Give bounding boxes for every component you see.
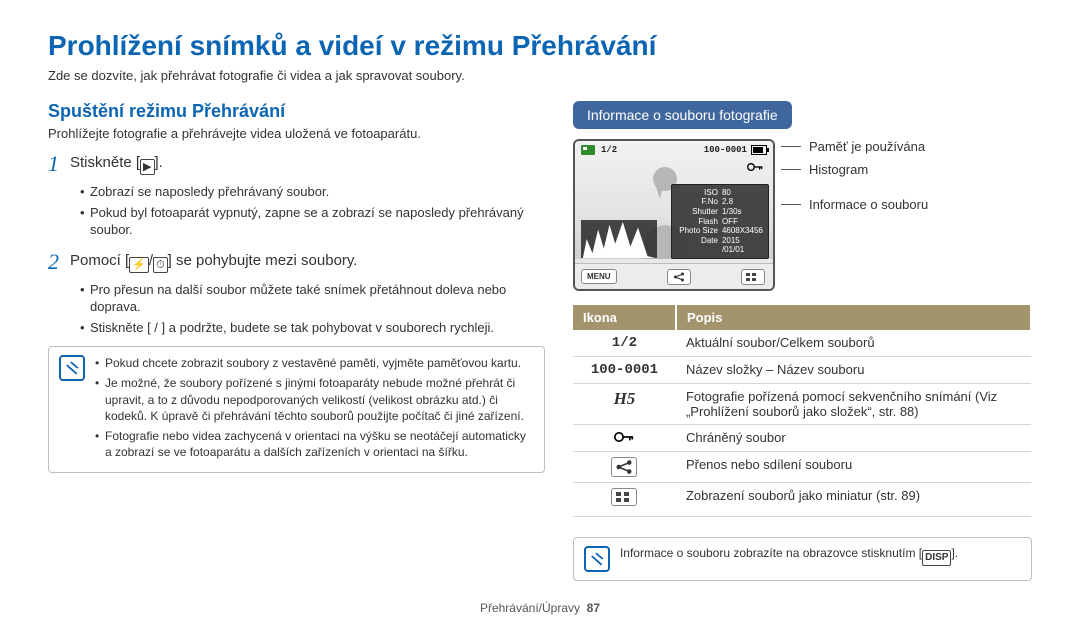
table-row: Zobrazení souborů jako miniatur (str. 89…	[573, 483, 1031, 517]
share-icon	[573, 452, 676, 483]
section-title: Spuštění režimu Přehrávání	[48, 101, 545, 122]
info-v: OFF	[722, 217, 764, 227]
step-2-bullets: Pro přesun na další soubor můžete také s…	[80, 281, 545, 337]
cell-desc: Zobrazení souborů jako miniatur (str. 89…	[676, 483, 1031, 517]
footer-page-number: 87	[587, 601, 600, 615]
thumbnail-grid-button[interactable]	[741, 269, 765, 285]
info-v: 80	[722, 188, 764, 198]
cell-desc: Název složky – Název souboru	[676, 357, 1031, 384]
list-item: Pro přesun na další soubor můžete také s…	[80, 281, 545, 316]
step-1-bullets: Zobrazí se naposledy přehrávaný soubor. …	[80, 183, 545, 239]
step-1-post: ].	[155, 154, 163, 171]
th-icon: Ikona	[573, 305, 676, 330]
page-intro: Zde se dozvíte, jak přehrávat fotografie…	[48, 68, 1032, 83]
memory-icon	[581, 145, 595, 155]
note-pre: Informace o souboru zobrazíte na obrazov…	[620, 546, 922, 560]
menu-button[interactable]: MENU	[581, 269, 617, 284]
step-1-number: 1	[48, 151, 70, 177]
cell-icon: 1/2	[573, 330, 676, 357]
step-1-pre: Stiskněte [	[70, 154, 140, 171]
table-row: 1/2 Aktuální soubor/Celkem souborů	[573, 330, 1031, 357]
th-desc: Popis	[676, 305, 1031, 330]
note-post: ].	[951, 546, 958, 560]
callout-label: Histogram	[809, 162, 868, 177]
histogram-icon	[581, 219, 657, 259]
cell-desc: Chráněný soubor	[676, 425, 1031, 452]
callout: Histogram	[781, 162, 1032, 177]
list-item: Stiskněte [ / ] a podržte, budete se tak…	[80, 319, 545, 337]
callout: Informace o souboru	[781, 197, 1032, 212]
note-box-2: Informace o souboru zobrazíte na obrazov…	[573, 537, 1032, 581]
note-icon	[59, 355, 85, 381]
table-row: Přenos nebo sdílení souboru	[573, 452, 1031, 483]
share-button[interactable]	[667, 269, 691, 285]
step-2-post: ] se pohybujte mezi soubory.	[168, 252, 358, 269]
note-text: Informace o souboru zobrazíte na obrazov…	[620, 546, 958, 572]
playback-icon: ▶	[140, 159, 154, 175]
page-footer: Přehrávání/Úpravy 87	[48, 601, 1032, 615]
table-row: H5 Fotografie pořízená pomocí sekvenčníh…	[573, 384, 1031, 425]
step-1: 1 Stiskněte [▶].	[48, 151, 545, 177]
callout-label: Informace o souboru	[809, 197, 928, 212]
flash-icon: ⚡	[129, 257, 149, 273]
list-item: Pokud byl fotoaparát vypnutý, zapne se a…	[80, 204, 545, 239]
info-v: 2.8	[722, 197, 764, 207]
cell-desc: Fotografie pořízená pomocí sekvenčního s…	[676, 384, 1031, 425]
info-header: Informace o souboru fotografie	[573, 101, 792, 129]
icon-table: Ikona Popis 1/2 Aktuální soubor/Celkem s…	[573, 305, 1032, 517]
table-row: Chráněný soubor	[573, 425, 1031, 452]
list-item: Je možné, že soubory pořízené s jinými f…	[95, 375, 534, 424]
info-k: F.No	[676, 197, 718, 207]
info-v: 2015 /01/01	[722, 236, 764, 255]
section-desc: Prohlížejte fotografie a přehrávejte vid…	[48, 126, 545, 141]
cell-icon: 100-0001	[573, 357, 676, 384]
note-icon	[584, 546, 610, 572]
cell-desc: Aktuální soubor/Celkem souborů	[676, 330, 1031, 357]
info-k: Flash	[676, 217, 718, 227]
counter-label: 1/2	[601, 145, 617, 155]
step-2-number: 2	[48, 249, 70, 275]
cell-desc: Přenos nebo sdílení souboru	[676, 452, 1031, 483]
step-2-pre: Pomocí [	[70, 252, 129, 269]
callout-label: Paměť je používána	[809, 139, 925, 154]
battery-icon	[751, 145, 767, 155]
step-2-text: Pomocí [⚡/⏱] se pohybujte mezi soubory.	[70, 249, 357, 273]
key-icon	[573, 425, 676, 452]
callout: Paměť je používána	[781, 139, 1032, 154]
burst-icon: H5	[573, 384, 676, 425]
info-k: Date	[676, 236, 718, 255]
info-panel: ISO 80 F.No 2.8 Shutter 1/30s Flash OFF Phot…	[671, 184, 769, 259]
page-title: Prohlížení snímků a videí v režimu Přehr…	[48, 30, 1032, 62]
camera-screen: 1/2 100-0001 ISO 80 F.No 2.8 Shutter 1/30s …	[573, 139, 775, 291]
list-item: Fotografie nebo videa zachycená v orient…	[95, 428, 534, 460]
list-item: Pokud chcete zobrazit soubory z vestavěn…	[95, 355, 534, 371]
table-row: 100-0001 Název složky – Název souboru	[573, 357, 1031, 384]
filenum-label: 100-0001	[704, 145, 747, 155]
info-v: 4608X3456	[722, 226, 764, 236]
info-k: ISO	[676, 188, 718, 198]
footer-section: Přehrávání/Úpravy	[480, 601, 580, 615]
grid-icon	[573, 483, 676, 517]
info-k: Photo Size	[676, 226, 718, 236]
step-1-text: Stiskněte [▶].	[70, 151, 163, 175]
note-list: Pokud chcete zobrazit soubory z vestavěn…	[95, 355, 534, 464]
note-box: Pokud chcete zobrazit soubory z vestavěn…	[48, 346, 545, 473]
list-item: Zobrazí se naposledy přehrávaný soubor.	[80, 183, 545, 201]
info-v: 1/30s	[722, 207, 764, 217]
info-k: Shutter	[676, 207, 718, 217]
timer-icon: ⏱	[153, 257, 168, 273]
disp-icon: DISP	[922, 550, 951, 566]
key-icon	[747, 161, 763, 176]
step-2: 2 Pomocí [⚡/⏱] se pohybujte mezi soubory…	[48, 249, 545, 275]
